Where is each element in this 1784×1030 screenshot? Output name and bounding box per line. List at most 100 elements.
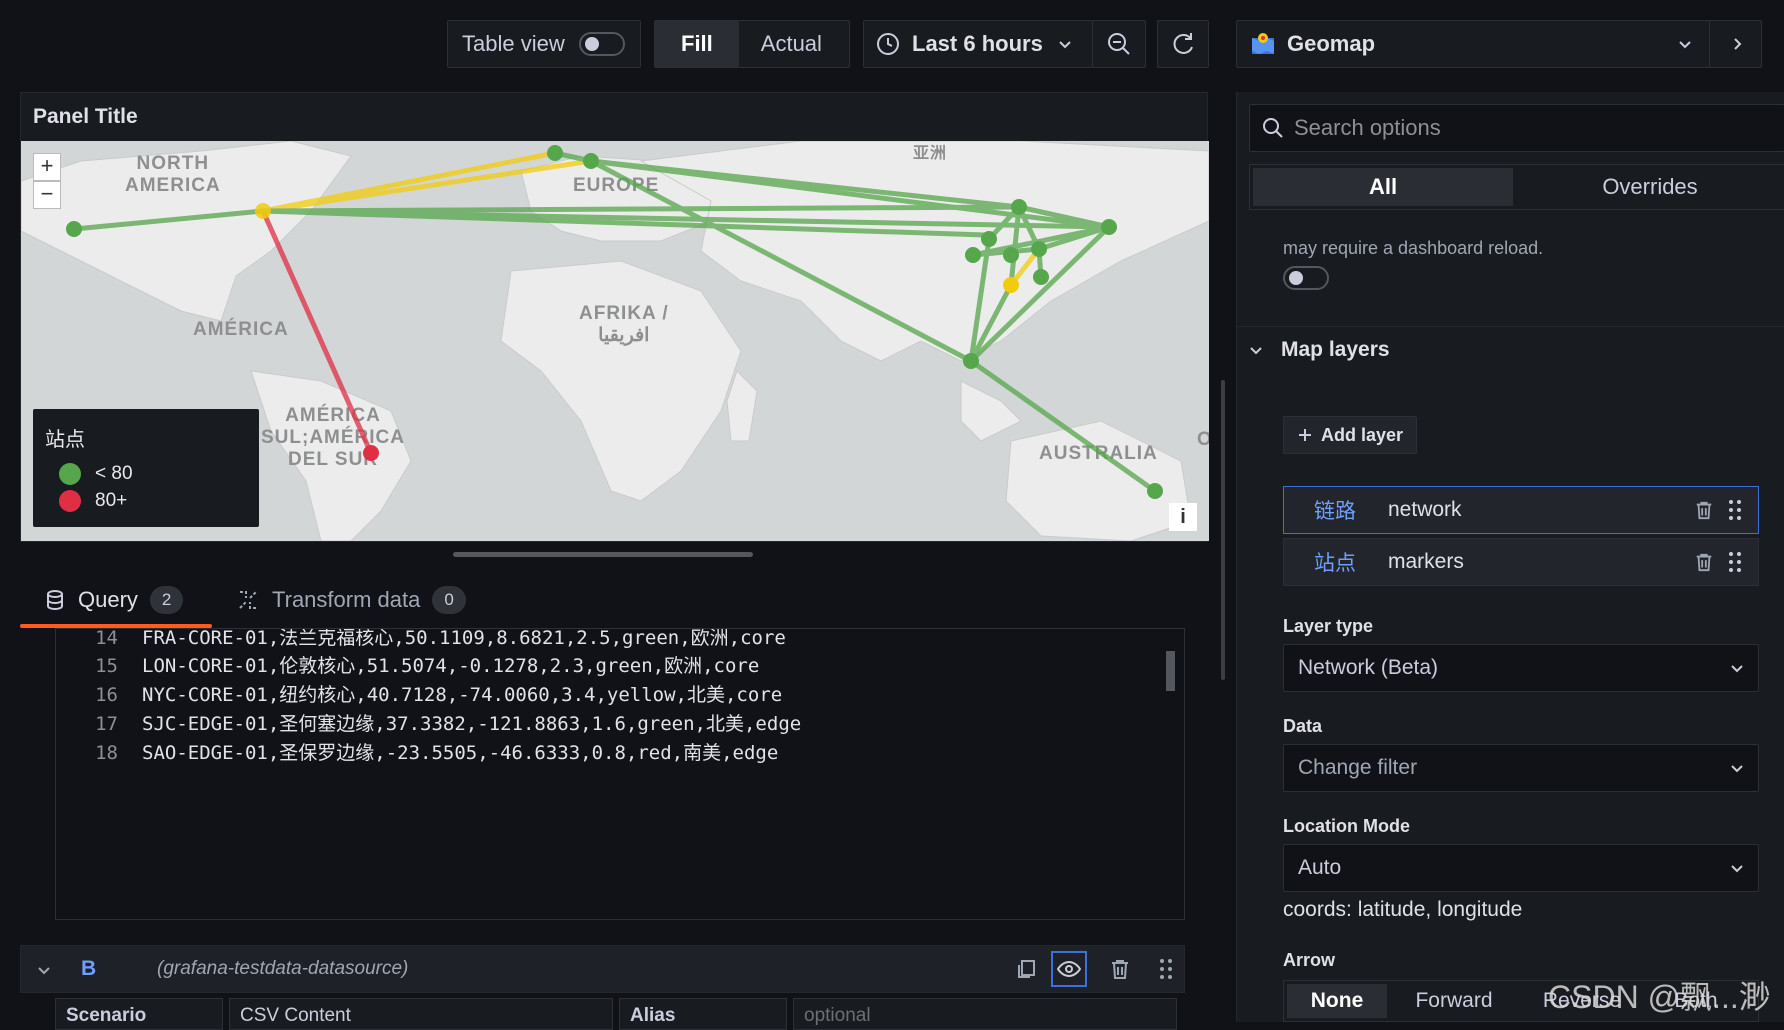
fill-actual-group: Fill Actual bbox=[654, 20, 850, 68]
zoom-out-map-button[interactable]: − bbox=[33, 181, 61, 209]
map-layers-title: Map layers bbox=[1281, 338, 1390, 361]
editor-scrollbar[interactable] bbox=[1166, 651, 1175, 691]
search-placeholder: Search options bbox=[1294, 115, 1441, 140]
tab-transform[interactable]: Transform data 0 bbox=[236, 586, 466, 614]
actual-button[interactable]: Actual bbox=[739, 21, 844, 67]
time-range-picker[interactable]: Last 6 hours bbox=[863, 20, 1093, 68]
data-filter-select[interactable]: Change filter bbox=[1283, 744, 1759, 792]
query-datasource: (grafana-testdata-datasource) bbox=[157, 958, 409, 979]
pane-splitter[interactable] bbox=[1221, 380, 1225, 680]
geomap[interactable]: NORTH AMERICA EUROPE 亚洲 AMÉRICA AFRIKA /… bbox=[21, 141, 1209, 541]
chevron-right-icon[interactable] bbox=[1729, 36, 1745, 52]
tab-transform-label: Transform data bbox=[272, 587, 421, 612]
tab-overrides[interactable]: Overrides bbox=[1516, 165, 1784, 209]
panel-resize-handle[interactable] bbox=[453, 552, 753, 557]
marker bbox=[583, 153, 599, 169]
search-options-input[interactable]: Search options bbox=[1249, 104, 1784, 152]
chevron-down-icon[interactable] bbox=[37, 963, 51, 977]
layer-row-network[interactable]: 链路 network bbox=[1283, 486, 1759, 534]
alias-label: Alias bbox=[619, 998, 787, 1030]
layer-type: network bbox=[1388, 498, 1462, 521]
legend-item: < 80 bbox=[45, 460, 247, 487]
arrow-option-forward[interactable]: Forward bbox=[1390, 981, 1518, 1021]
plus-icon bbox=[1298, 429, 1311, 441]
location-mode-select[interactable]: Auto bbox=[1283, 844, 1759, 892]
database-icon bbox=[47, 590, 63, 611]
csv-editor[interactable]: 14 FRA-CORE-01,法兰克福核心,50.1109,8.6821,2.5,… bbox=[55, 628, 1185, 920]
legend-dot-green bbox=[59, 462, 81, 485]
layer-type-select[interactable]: Network (Beta) bbox=[1283, 644, 1759, 692]
query-letter: B bbox=[81, 957, 97, 980]
refresh-icon bbox=[1173, 33, 1193, 54]
trash-icon[interactable] bbox=[1694, 500, 1714, 520]
legend-title: 站点 bbox=[45, 429, 85, 451]
location-mode-value: Auto bbox=[1298, 856, 1342, 879]
chevron-down-icon bbox=[1679, 41, 1691, 49]
layer-name: 链路 bbox=[1314, 500, 1356, 523]
code-line: 18 SAO-EDGE-01,圣保罗边缘,-23.5505,-46.6333,0.… bbox=[95, 742, 779, 764]
search-icon bbox=[1263, 118, 1283, 138]
chevron-down-icon bbox=[1250, 347, 1262, 355]
layer-row-markers[interactable]: 站点 markers bbox=[1283, 538, 1759, 586]
scenario-label: Scenario bbox=[55, 998, 223, 1030]
table-view-switch[interactable] bbox=[578, 32, 625, 56]
code-line: 14 FRA-CORE-01,法兰克福核心,50.1109,8.6821,2.5,… bbox=[95, 628, 786, 649]
geomap-icon bbox=[1252, 33, 1274, 54]
layer-type: markers bbox=[1388, 550, 1464, 573]
toggle-visibility-button[interactable] bbox=[1051, 951, 1087, 987]
fill-button[interactable]: Fill bbox=[655, 21, 739, 67]
marker bbox=[963, 353, 979, 369]
drag-handle-icon[interactable] bbox=[1728, 551, 1742, 573]
marker bbox=[1101, 219, 1117, 235]
link bbox=[968, 358, 1158, 494]
table-view-toggle[interactable]: Table view bbox=[447, 20, 641, 68]
add-layer-label: Add layer bbox=[1320, 424, 1404, 445]
add-layer-button[interactable]: Add layer bbox=[1283, 416, 1417, 454]
trash-icon[interactable] bbox=[1109, 958, 1131, 980]
marker bbox=[965, 247, 981, 263]
tab-all[interactable]: All bbox=[1253, 168, 1513, 206]
info-button[interactable]: i bbox=[1169, 503, 1197, 531]
chevron-down-icon bbox=[1731, 765, 1743, 773]
visualization-label: Geomap bbox=[1287, 31, 1376, 56]
tab-query[interactable]: Query 2 bbox=[44, 586, 184, 614]
data-filter-value: Change filter bbox=[1298, 756, 1418, 779]
arrow-option-none[interactable]: None bbox=[1287, 984, 1387, 1018]
reload-toggle[interactable] bbox=[1283, 266, 1329, 290]
layer-type-label: Layer type bbox=[1283, 616, 1374, 636]
table-view-label: Table view bbox=[462, 31, 565, 56]
zoom-in-button[interactable]: + bbox=[33, 153, 61, 181]
clock-icon bbox=[877, 33, 899, 55]
duplicate-icon[interactable] bbox=[1015, 958, 1037, 980]
link bbox=[71, 208, 266, 232]
marker bbox=[1011, 199, 1027, 215]
marker bbox=[1003, 277, 1019, 293]
code-line: 15 LON-CORE-01,伦敦核心,51.5074,-0.1278,2.3,g… bbox=[95, 655, 760, 677]
arrow-label: Arrow bbox=[1283, 950, 1336, 970]
marker bbox=[363, 445, 379, 461]
transform-count-badge: 0 bbox=[432, 586, 466, 614]
map-legend: 站点 < 80 80+ bbox=[33, 409, 259, 527]
tab-query-label: Query bbox=[78, 587, 138, 612]
zoom-out-button[interactable] bbox=[1092, 20, 1146, 68]
transform-icon bbox=[239, 591, 257, 609]
drag-handle-icon[interactable] bbox=[1159, 958, 1173, 980]
alias-input[interactable]: optional bbox=[793, 998, 1177, 1030]
drag-handle-icon[interactable] bbox=[1728, 499, 1742, 521]
options-pane: Search options All Overrides may require… bbox=[1236, 92, 1784, 1022]
link bbox=[588, 158, 974, 364]
panel-title: Panel Title bbox=[33, 105, 138, 128]
marker bbox=[66, 221, 82, 237]
trash-icon[interactable] bbox=[1694, 552, 1714, 572]
marker bbox=[547, 145, 563, 161]
visualization-picker[interactable]: Geomap bbox=[1236, 20, 1762, 68]
refresh-button[interactable] bbox=[1157, 20, 1209, 68]
marker bbox=[255, 203, 271, 219]
location-mode-label: Location Mode bbox=[1283, 816, 1410, 836]
scenario-select[interactable]: CSV Content bbox=[229, 998, 613, 1030]
marker bbox=[1003, 247, 1019, 263]
options-tabs: All Overrides bbox=[1249, 164, 1784, 210]
layer-name: 站点 bbox=[1314, 552, 1356, 575]
map-layers-header[interactable]: Map layers bbox=[1249, 338, 1390, 362]
panel: Panel Title NORTH AMERICA EUROPE 亚洲 AMÉR… bbox=[20, 92, 1209, 542]
